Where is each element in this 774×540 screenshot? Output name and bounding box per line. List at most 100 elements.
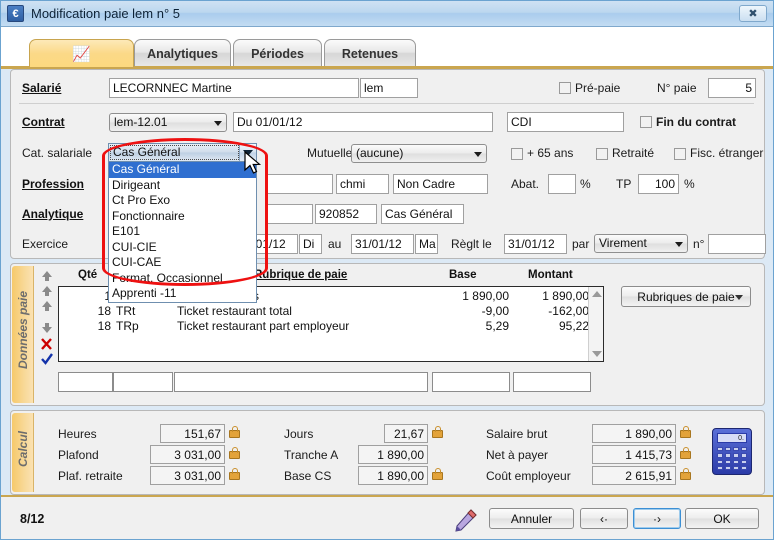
chevron-down-icon	[675, 242, 683, 247]
retraite-checkbox[interactable]	[596, 148, 608, 160]
cancel-button[interactable]: Annuler	[489, 508, 574, 529]
previous-button[interactable]: ‹·	[580, 508, 628, 529]
tab-periodes[interactable]: Périodes	[233, 39, 322, 67]
salaire-brut-field: 1 890,00	[592, 424, 676, 443]
cancel-button-label: Annuler	[510, 511, 553, 526]
dropdown-option-fonctionnaire[interactable]: Fonctionnaire	[109, 209, 256, 225]
dropdown-option-format-occasionnel[interactable]: Format. Occasionnel	[109, 271, 256, 287]
reglt-field[interactable]: 31/01/12	[504, 234, 567, 254]
calculator-display: 0.	[717, 433, 747, 443]
table-row[interactable]: 18 TRp Ticket restaurant part employeur …	[59, 319, 591, 334]
fin-contrat-label: Fin du contrat	[656, 115, 736, 129]
new-base-input[interactable]	[432, 372, 510, 392]
lock-icon	[432, 426, 443, 438]
no-paie-field[interactable]: 5	[708, 78, 756, 98]
tab-paie[interactable]: 📈	[29, 39, 134, 67]
chevron-down-icon	[474, 152, 482, 157]
scroll-down-icon[interactable]	[592, 351, 602, 357]
validate-icon	[41, 353, 53, 365]
profession-code-field[interactable]: chmi	[336, 174, 389, 194]
plus65-checkbox[interactable]	[511, 148, 523, 160]
abat-field[interactable]	[548, 174, 576, 194]
tp-label: TP	[616, 177, 632, 191]
tab-analytiques[interactable]: Analytiques	[134, 39, 231, 67]
pencil-icon[interactable]	[452, 509, 478, 535]
par-combo[interactable]: Virement	[594, 234, 688, 253]
analytique-code-field[interactable]: 920852	[315, 204, 377, 224]
mutuelle-label: Mutuelle	[307, 146, 353, 160]
profession-field[interactable]	[267, 174, 333, 194]
dropdown-option-ct-pro-exo[interactable]: Ct Pro Exo	[109, 193, 256, 209]
tab-analytiques-label: Analytiques	[147, 46, 218, 61]
scroll-up-icon[interactable]	[592, 291, 602, 297]
grid-tools[interactable]	[41, 269, 54, 365]
grid-vertical-scrollbar[interactable]	[588, 287, 603, 361]
next-button[interactable]: ·›	[633, 508, 681, 529]
calculator-icon[interactable]: 0.	[712, 428, 752, 475]
move-bottom-icon	[42, 323, 52, 333]
lock-icon	[680, 468, 691, 480]
donnees-paie-section-tab: Données paie	[12, 266, 34, 403]
net-a-payer-field: 1 415,73	[592, 445, 676, 464]
row-libelle: Ticket restaurant total	[177, 304, 292, 318]
profession-label[interactable]: Profession	[22, 177, 84, 191]
tp-field[interactable]: 100	[638, 174, 679, 194]
table-row[interactable]: 18 TRt Ticket restaurant total -9,00 -16…	[59, 304, 591, 319]
row-code: TRt	[116, 304, 136, 318]
exercice-to-field[interactable]: 31/01/12	[351, 234, 414, 254]
analytique-field[interactable]	[267, 204, 313, 224]
contrat-combo-value: lem-12.01	[114, 115, 168, 129]
dropdown-option-cui-cae[interactable]: CUI-CAE	[109, 255, 256, 271]
mutuelle-combo[interactable]: (aucune)	[351, 144, 487, 163]
close-icon[interactable]: ✖	[739, 5, 767, 22]
prepaie-checkbox[interactable]	[559, 82, 571, 94]
rubriques-de-paie-button[interactable]: Rubriques de paie	[621, 286, 751, 307]
calcul-label: Calcul	[16, 431, 30, 468]
analytique-label[interactable]: Analytique	[22, 207, 83, 221]
profession-cadre-field[interactable]: Non Cadre	[393, 174, 488, 194]
tab-retenues[interactable]: Retenues	[324, 39, 416, 67]
dropdown-option-dirigeant[interactable]: Dirigeant	[109, 178, 256, 194]
fisc-etranger-checkbox[interactable]	[674, 148, 686, 160]
new-code-input[interactable]	[113, 372, 173, 392]
cat-salariale-combo[interactable]: Cas Général	[108, 143, 257, 162]
exercice-au-label: au	[328, 237, 342, 251]
calculator-keys	[717, 447, 747, 470]
salarie-label[interactable]: Salarié	[22, 81, 61, 95]
cat-salariale-dropdown-list[interactable]: Cas Général Dirigeant Ct Pro Exo Fonctio…	[108, 162, 257, 303]
new-libelle-input[interactable]	[174, 372, 428, 392]
grid-header-montant: Montant	[528, 269, 573, 281]
dropdown-option-apprenti-11[interactable]: Apprenti -11	[109, 286, 256, 302]
cout-employeur-field: 2 615,91	[592, 466, 676, 485]
grid-header-qte: Qté	[78, 269, 98, 281]
fisc-etranger-label: Fisc. étranger	[690, 146, 764, 160]
contrat-type-field[interactable]: CDI	[507, 112, 624, 132]
new-montant-input[interactable]	[513, 372, 591, 392]
ok-button[interactable]: OK	[685, 508, 759, 529]
move-top-icon	[42, 271, 52, 281]
dropdown-option-cui-cie[interactable]: CUI-CIE	[109, 240, 256, 256]
salarie-name-field[interactable]: LECORNNEC Martine	[109, 78, 359, 98]
row-montant: -162,00	[548, 304, 589, 318]
lock-icon	[432, 468, 443, 480]
exercice-label: Exercice	[22, 237, 69, 251]
row-montant: 95,22	[558, 319, 589, 333]
payroll-tab-icon: 📈	[72, 45, 91, 63]
contrat-label[interactable]: Contrat	[22, 115, 65, 129]
row-libelle: Ticket restaurant part employeur	[177, 319, 350, 333]
fin-contrat-checkbox[interactable]	[640, 116, 652, 128]
dropdown-option-e101[interactable]: E101	[109, 224, 256, 240]
new-qte-input[interactable]	[58, 372, 113, 392]
salarie-code-field[interactable]: lem	[360, 78, 418, 98]
jours-label: Jours	[284, 427, 314, 441]
analytique-name-field[interactable]: Cas Général	[381, 204, 464, 224]
num-field[interactable]	[708, 234, 766, 254]
window-title: Modification paie lem n° 5	[31, 6, 180, 21]
heures-label: Heures	[58, 427, 97, 441]
heures-field: 151,67	[160, 424, 225, 443]
dropdown-option-cas-general[interactable]: Cas Général	[109, 162, 256, 178]
contrat-combo[interactable]: lem-12.01	[109, 113, 227, 132]
mutuelle-combo-value: (aucune)	[356, 146, 404, 160]
calcul-section-tab: Calcul	[12, 413, 34, 492]
contrat-date-field[interactable]: Du 01/01/12	[233, 112, 493, 132]
